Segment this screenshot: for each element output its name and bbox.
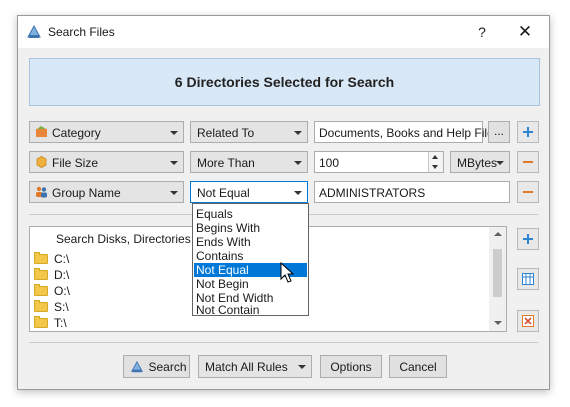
list-scrollbar[interactable] (489, 227, 506, 331)
spinner-arrows-icon[interactable] (428, 152, 443, 172)
chevron-down-icon (496, 161, 504, 165)
folder-icon (34, 252, 48, 264)
chevron-down-icon (170, 131, 178, 135)
window-title: Search Files (48, 25, 115, 39)
rule-1-operator-label: Related To (197, 126, 255, 140)
cancel-button[interactable]: Cancel (389, 355, 447, 378)
rule-3-field-select[interactable]: Group Name (29, 181, 184, 203)
rule-2-unit-label: MBytes (457, 156, 498, 170)
chevron-down-icon (294, 161, 302, 165)
columns-icon (522, 273, 534, 285)
chevron-down-icon (294, 191, 302, 195)
browse-label: ... (493, 124, 504, 138)
search-files-dialog: Search Files ? ✕ 6 Directories Selected … (17, 15, 550, 390)
match-rules-select[interactable]: Match All Rules (198, 355, 312, 378)
rule-1-operator-select[interactable]: Related To (190, 121, 308, 143)
rule-2-unit-select[interactable]: MBytes (450, 151, 510, 173)
add-location-button[interactable] (517, 228, 539, 250)
search-button[interactable]: Search (123, 355, 190, 378)
match-rules-label: Match All Rules (205, 360, 288, 374)
remove-rule-2-button[interactable] (517, 151, 539, 173)
plus-icon-bar (527, 127, 529, 137)
folder-icon (34, 316, 48, 328)
list-item-label: O:\ (54, 284, 71, 298)
folder-icon (34, 300, 48, 312)
remove-location-button[interactable] (517, 310, 539, 332)
mouse-cursor-icon (280, 262, 294, 283)
chevron-down-icon (298, 365, 306, 369)
rule-1-value-field[interactable]: Documents, Books and Help Files (314, 121, 500, 143)
rule-3-value: ADMINISTRATORS (319, 186, 426, 200)
rule-3-field-label: Group Name (52, 186, 121, 200)
cancel-button-label: Cancel (399, 360, 437, 374)
folder-icon (34, 284, 48, 296)
scroll-down-icon[interactable] (494, 321, 502, 325)
rule-2-size-stepper[interactable]: 100 (314, 151, 444, 173)
options-button[interactable]: Options (320, 355, 382, 378)
browse-categories-button[interactable]: ... (488, 121, 510, 143)
list-item-label: D:\ (54, 268, 70, 282)
spin-down-icon (432, 165, 438, 169)
options-button-label: Options (330, 360, 372, 374)
add-rule-button[interactable] (517, 121, 539, 143)
chevron-down-icon (170, 161, 178, 165)
selection-banner: 6 Directories Selected for Search (29, 58, 540, 106)
rule-2-operator-select[interactable]: More Than (190, 151, 308, 173)
close-button[interactable]: ✕ (513, 22, 537, 42)
scrollbar-thumb[interactable] (493, 249, 502, 297)
rule-1-field-label: Category (52, 126, 101, 140)
search-icon (131, 360, 143, 373)
remove-rule-3-button[interactable] (517, 181, 539, 203)
rule-3-operator-label: Not Equal (197, 186, 250, 200)
select-columns-button[interactable] (517, 268, 539, 290)
minus-icon (523, 191, 533, 193)
rule-2-value: 100 (319, 156, 340, 170)
chevron-down-icon (170, 191, 178, 195)
rule-2-field-select[interactable]: File Size (29, 151, 184, 173)
rule-1-field-select[interactable]: Category (29, 121, 184, 143)
scroll-up-icon[interactable] (494, 232, 502, 236)
dropdown-option-begins-with[interactable]: Begins With (194, 221, 307, 235)
dropdown-option-ends-with[interactable]: Ends With (194, 235, 307, 249)
dropdown-option-equals[interactable]: Equals (194, 207, 307, 221)
title-bar: Search Files ? ✕ (18, 16, 549, 48)
group-icon (36, 186, 47, 198)
dropdown-option-contains[interactable]: Contains (194, 249, 307, 263)
help-button[interactable]: ? (470, 22, 494, 42)
bottom-divider (29, 342, 538, 343)
chevron-down-icon (294, 131, 302, 135)
category-icon (36, 126, 47, 137)
list-item-label: C:\ (54, 252, 70, 266)
file-size-icon (36, 156, 47, 168)
rule-2-operator-label: More Than (197, 156, 255, 170)
delete-icon (522, 315, 534, 327)
rule-1-value: Documents, Books and Help Files (319, 126, 500, 140)
list-item-label: T:\ (54, 316, 67, 330)
list-header: Search Disks, Directories a (56, 232, 201, 246)
search-button-label: Search (148, 360, 187, 374)
folder-icon (34, 268, 48, 280)
plus-icon-bar (527, 234, 529, 244)
search-files-app-icon (27, 24, 41, 38)
operator-dropdown-list[interactable]: Equals Begins With Ends With Contains No… (192, 203, 309, 316)
dropdown-option-not-contain[interactable]: Not Contain (194, 304, 307, 316)
spin-up-icon (432, 155, 438, 159)
rule-3-operator-select[interactable]: Not Equal (190, 181, 308, 203)
list-item-label: S:\ (54, 300, 69, 314)
minus-icon (523, 161, 533, 163)
rule-3-value-field[interactable]: ADMINISTRATORS (314, 181, 510, 203)
rule-2-field-label: File Size (52, 156, 99, 170)
